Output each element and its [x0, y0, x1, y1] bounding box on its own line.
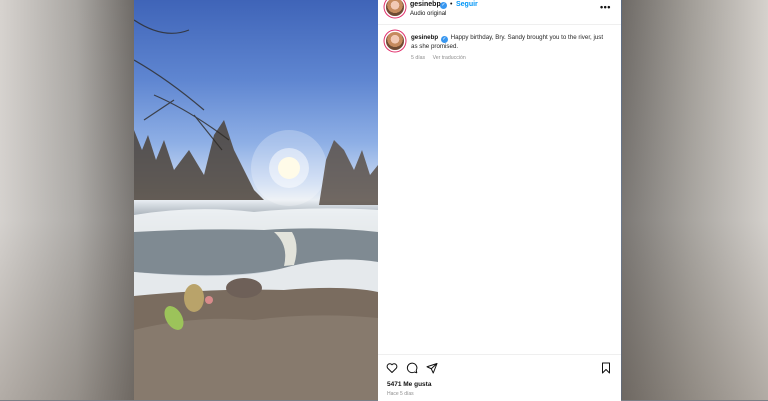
- verified-badge-icon: ✓: [440, 36, 448, 43]
- post-photo[interactable]: [134, 0, 378, 400]
- follow-button[interactable]: Seguir: [456, 1, 478, 8]
- username[interactable]: gesinebp: [410, 1, 441, 8]
- caption-text: Happy birthday, Bry. Sandy brought you t…: [411, 34, 604, 50]
- like-count[interactable]: 5471 Me gusta: [387, 381, 431, 388]
- caption-meta: 5 días Ver traducción: [411, 55, 472, 61]
- audio-link[interactable]: Audio original: [410, 11, 446, 17]
- caption-age: 5 días: [411, 55, 426, 61]
- caption: gesinebp ✓ Happy birthday, Bry. Sandy br…: [411, 34, 611, 51]
- verified-badge-icon: ✓: [440, 1, 447, 9]
- post-modal: gesinebp ✓ • Seguir Audio original ••• g…: [134, 0, 621, 401]
- post-age: Hace 5 días: [387, 391, 414, 397]
- comment-icon[interactable]: [406, 362, 418, 374]
- send-icon[interactable]: [426, 362, 438, 374]
- avatar[interactable]: [386, 0, 404, 16]
- heart-icon[interactable]: [386, 362, 398, 374]
- caption-avatar[interactable]: [386, 32, 404, 50]
- bookmark-icon[interactable]: [600, 362, 612, 374]
- post-header: gesinebp ✓ • Seguir Audio original •••: [378, 0, 621, 25]
- separator-dot: •: [450, 1, 453, 8]
- post-details-panel: gesinebp ✓ • Seguir Audio original ••• g…: [378, 0, 621, 401]
- caption-username[interactable]: gesinebp: [411, 34, 438, 41]
- more-options-icon[interactable]: •••: [600, 2, 611, 12]
- river-scene-illustration: [134, 19, 378, 400]
- see-translation-link[interactable]: Ver traducción: [433, 55, 466, 61]
- action-bar: 5471 Me gusta Hace 5 días: [378, 354, 621, 401]
